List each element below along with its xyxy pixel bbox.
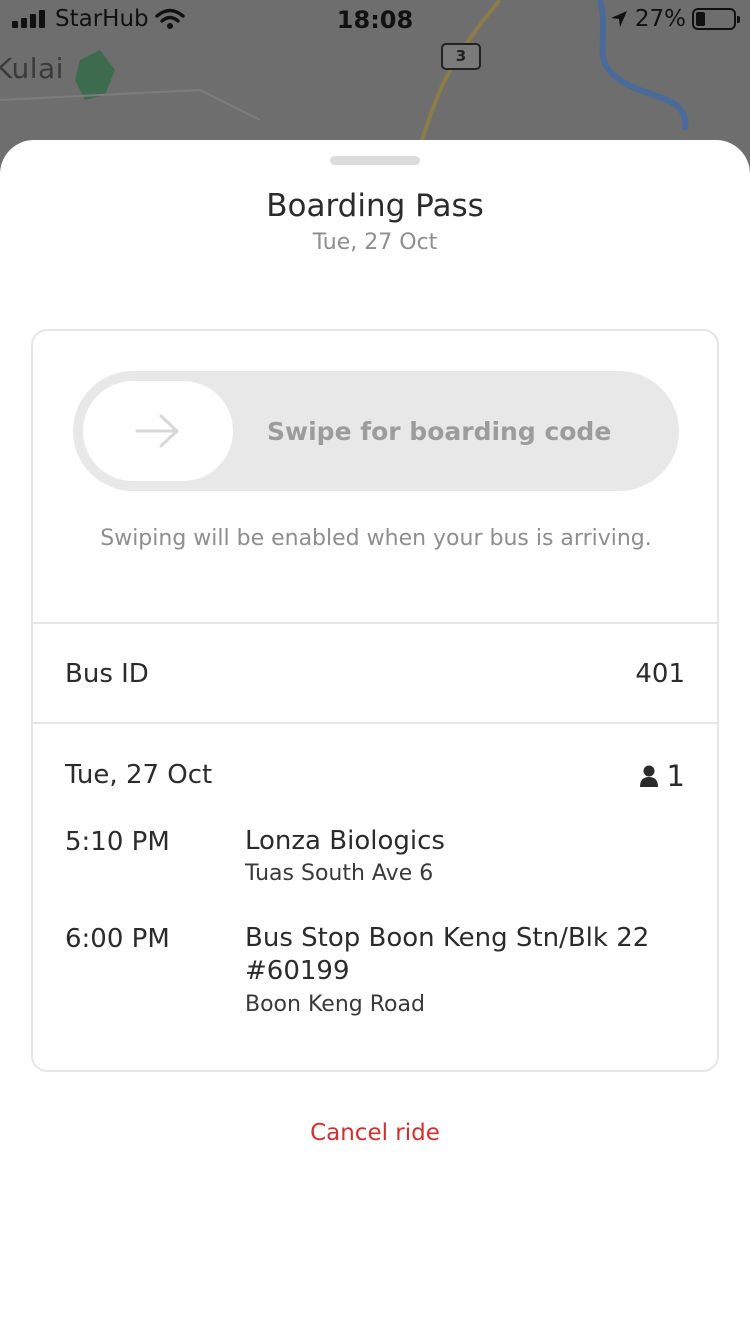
swipe-slider-track[interactable]: Swipe for boarding code: [73, 371, 679, 491]
sheet-grabber-handle[interactable]: [330, 156, 420, 165]
swipe-slider-knob[interactable]: [83, 381, 233, 481]
sheet-title: Boarding Pass: [266, 188, 484, 224]
trip-date: Tue, 27 Oct: [65, 760, 213, 790]
stop-name: Lonza Biologics: [245, 826, 445, 856]
swipe-note: Swiping will be enabled when your bus is…: [100, 526, 652, 551]
passenger-count: 1: [639, 759, 685, 793]
passenger-count-value: 1: [666, 759, 685, 793]
battery-icon: [692, 8, 740, 30]
stop-name: Bus Stop Boon Keng Stn/Blk 22 #60199: [245, 923, 650, 986]
cancel-ride-button[interactable]: Cancel ride: [0, 1120, 750, 1146]
battery-percent: 27%: [634, 6, 686, 32]
stop-time: 6:00 PM: [65, 924, 170, 954]
divider: [33, 622, 717, 624]
sheet-date: Tue, 27 Oct: [312, 230, 438, 255]
boarding-pass-sheet: Boarding Pass Tue, 27 Oct Swipe for boar…: [0, 140, 750, 1334]
boarding-pass-card: Swipe for boarding code Swiping will be …: [31, 329, 719, 1072]
person-icon: [639, 765, 658, 787]
bus-id-label: Bus ID: [65, 659, 149, 689]
road-number-shield: 3: [441, 43, 481, 70]
map-place-label: Kulai: [0, 52, 64, 85]
arrow-right-icon: [135, 414, 179, 448]
stop-road: Boon Keng Road: [245, 992, 425, 1017]
swipe-label: Swipe for boarding code: [267, 417, 612, 446]
status-bar: StarHub 18:08 27%: [0, 0, 750, 40]
divider: [33, 722, 717, 724]
stop-road: Tuas South Ave 6: [245, 861, 434, 886]
stop-time: 5:10 PM: [65, 827, 170, 857]
bus-id-value: 401: [635, 659, 685, 689]
status-right: 27%: [609, 6, 740, 32]
location-arrow-icon: [610, 11, 627, 27]
